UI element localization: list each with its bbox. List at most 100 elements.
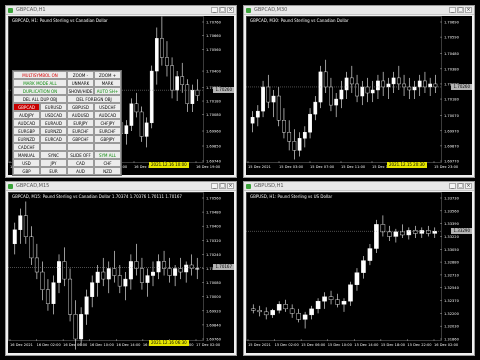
y-tick-label: 1.70380: [444, 67, 460, 71]
panel-button[interactable]: EURCAD: [40, 135, 67, 143]
panel-button[interactable]: MARK: [94, 79, 121, 87]
panel-button[interactable]: AUDUSD: [67, 111, 94, 119]
panel-button[interactable]: AUD: [67, 167, 94, 175]
panel-button[interactable]: ZOOM +: [94, 71, 121, 79]
panel-button[interactable]: DEL ALL DUP OBJ: [13, 95, 67, 103]
panel-button[interactable]: ZOOM -: [67, 71, 94, 79]
y-tick-label: 1.31860: [444, 338, 460, 342]
panel-button[interactable]: SLIDE OFF: [67, 151, 94, 159]
panel-button[interactable]: CHFJPY: [94, 119, 121, 127]
chart-area[interactable]: GBPCAD, M15: Pound Sterling vs Canadian …: [8, 192, 234, 353]
candle-body: [134, 103, 139, 113]
close-button[interactable]: ×: [465, 7, 472, 13]
minimize-button[interactable]: _: [449, 7, 456, 13]
chart-window-icon: [246, 8, 251, 13]
panel-button[interactable]: EUR: [40, 167, 67, 175]
minimize-button[interactable]: _: [211, 183, 218, 189]
panel-button[interactable]: CHF: [94, 159, 121, 167]
panel-button[interactable]: EURGBP: [13, 127, 40, 135]
panel-button[interactable]: EURCHF: [94, 127, 121, 135]
panel-button[interactable]: CADCHF: [13, 143, 40, 151]
panel-button[interactable]: SYM ALL: [94, 151, 121, 159]
panel-button[interactable]: GBP: [13, 167, 40, 175]
maximize-button[interactable]: □: [219, 7, 226, 13]
x-tick-label: 15 Dec 07:00: [310, 165, 335, 169]
panel-button[interactable]: EURNZD: [40, 127, 67, 135]
candle-body: [329, 86, 333, 106]
panel-button[interactable]: USDCHF: [94, 103, 121, 111]
date-marker-label: 2021.12.16 06:30: [149, 340, 189, 346]
candle-body: [73, 314, 78, 340]
y-tick-label: 1.70400: [206, 225, 222, 229]
minimize-button[interactable]: _: [449, 183, 456, 189]
chart-window-gbpcad-m30[interactable]: GBPCAD,M30 _ □ × GBPCAD, M30: Pound Ster…: [243, 5, 475, 178]
candle-body: [29, 236, 34, 259]
close-button[interactable]: ×: [227, 183, 234, 189]
y-tick-label: 1.33220: [444, 235, 460, 239]
panel-button[interactable]: EURAUD: [40, 119, 67, 127]
close-button[interactable]: ×: [465, 183, 472, 189]
panel-button[interactable]: AUDJPY: [13, 111, 40, 119]
panel-button[interactable]: GBPCHF: [67, 135, 94, 143]
panel-button[interactable]: GBPUSD: [67, 103, 94, 111]
candlestick-chart: 1.705601.704801.704001.703201.702401.701…: [8, 192, 222, 350]
candle-body: [292, 141, 297, 151]
chart-window-gbpusd-h1[interactable]: GBPUSD,H1 _ □ × GBPUSD, H1: Pound Sterli…: [243, 181, 475, 356]
y-tick-label: 1.32030: [444, 325, 460, 329]
panel-button[interactable]: AUDCAD: [94, 111, 121, 119]
panel-button[interactable]: SYNC: [40, 151, 67, 159]
panel-button[interactable]: DUPLICATION ON: [13, 87, 67, 95]
panel-button[interactable]: MANUAL: [13, 151, 40, 159]
candle-body: [393, 231, 399, 237]
panel-button[interactable]: USDCAD: [40, 111, 67, 119]
chart-window-gbpcad-m15[interactable]: GBPCAD,M15 _ □ × GBPCAD, M15: Pound Ster…: [5, 181, 237, 356]
window-titlebar[interactable]: GBPCAD,H1 _ □ ×: [6, 6, 236, 15]
candle-body: [276, 304, 282, 311]
maximize-button[interactable]: □: [457, 183, 464, 189]
candle-body: [367, 248, 373, 261]
panel-button[interactable]: [67, 143, 94, 151]
panel-button[interactable]: JPY: [40, 159, 67, 167]
date-marker-label: 2021.12.16 10:00: [149, 162, 189, 168]
x-tick-label: 16 Dec 19:00: [196, 165, 221, 169]
panel-button[interactable]: AUDCAD: [13, 119, 40, 127]
candle-body: [145, 275, 150, 283]
panel-button[interactable]: AUTO SH+: [94, 87, 121, 95]
candle-body: [426, 230, 431, 234]
x-tick-label: 15 Dec 2021: [248, 343, 271, 347]
close-button[interactable]: ×: [227, 7, 234, 13]
window-titlebar[interactable]: GBPUSD,H1 _ □ ×: [244, 182, 474, 191]
panel-button[interactable]: GBPCAD: [13, 103, 40, 111]
panel-button[interactable]: EURCHF: [67, 127, 94, 135]
y-tick-label: 1.69920: [206, 309, 222, 313]
panel-button[interactable]: CAD: [67, 159, 94, 167]
panel-button[interactable]: EURJPY: [67, 119, 94, 127]
panel-button[interactable]: [40, 143, 67, 151]
maximize-button[interactable]: □: [457, 7, 464, 13]
panel-button[interactable]: MARK MODE ALL: [13, 79, 67, 87]
panel-button[interactable]: USD: [13, 159, 40, 167]
maximize-button[interactable]: □: [219, 183, 226, 189]
panel-button[interactable]: MULTISYMBOL ON: [13, 71, 67, 79]
panel-button[interactable]: EURNZD: [13, 135, 40, 143]
x-tick-label: 15 Dec 11:00: [341, 165, 366, 169]
candle-body: [68, 278, 73, 315]
window-titlebar[interactable]: GBPCAD,M30 _ □ ×: [244, 6, 474, 15]
panel-button[interactable]: [94, 143, 121, 151]
panel-button[interactable]: UNMARK: [67, 79, 94, 87]
y-tick-label: 1.69960: [206, 130, 222, 134]
chart-area[interactable]: GBPCAD, M30: Pound Sterling vs Canadian …: [246, 16, 472, 175]
y-tick-label: 1.70070: [444, 114, 460, 118]
window-titlebar[interactable]: GBPCAD,M15 _ □ ×: [6, 182, 236, 191]
candle-body: [266, 86, 271, 103]
chart-area[interactable]: GBPUSD, H1: Pound Sterling vs US Dollar …: [246, 192, 472, 353]
panel-button[interactable]: NZD: [94, 167, 121, 175]
candle-body: [391, 77, 396, 85]
panel-button[interactable]: SHOW/HIDE: [67, 87, 94, 95]
panel-button[interactable]: EURUSD: [40, 103, 67, 111]
panel-button[interactable]: DEL FOREIGN OBJ: [67, 95, 121, 103]
candlestick-chart: 1.33730 1.33560 1.33390 1.33220 1.33050 1.328…: [246, 192, 460, 347]
minimize-button[interactable]: _: [211, 7, 218, 13]
panel-button[interactable]: GBPJPY: [94, 135, 121, 143]
x-tick-label: 15 Dec 22:00: [407, 343, 432, 347]
